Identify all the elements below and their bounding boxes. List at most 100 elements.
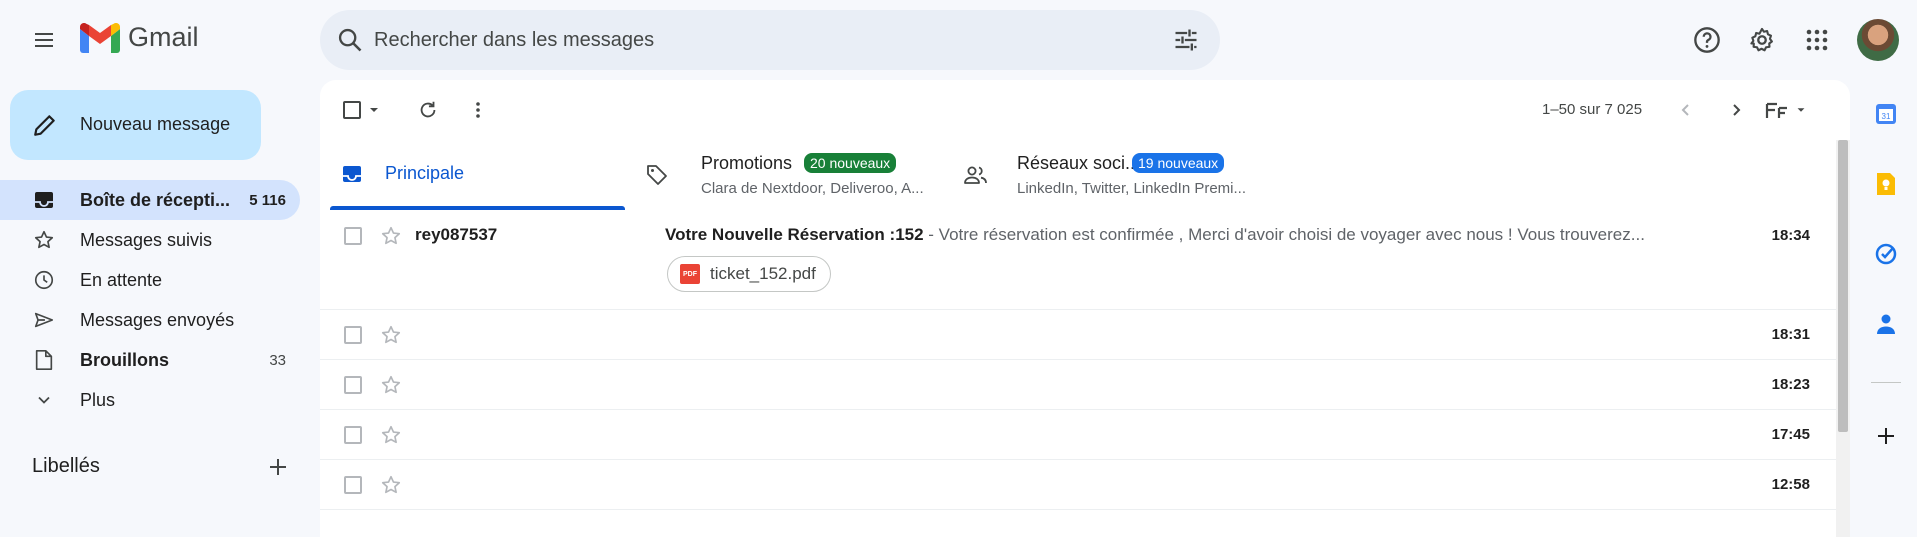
keyboard-language-icon xyxy=(1765,102,1787,118)
email-time: 18:31 xyxy=(1771,326,1810,343)
gmail-m-icon xyxy=(80,22,120,53)
sidebar-item-more[interactable]: Plus xyxy=(0,380,300,420)
chevron-right-icon xyxy=(1733,104,1741,116)
tab-senders: LinkedIn, Twitter, LinkedIn Premi... xyxy=(1017,180,1247,197)
draft-count: 33 xyxy=(269,351,286,369)
google-apps-button[interactable] xyxy=(1797,20,1837,60)
older-button[interactable] xyxy=(1722,96,1750,124)
avatar[interactable] xyxy=(1857,19,1899,61)
select-all-checkbox[interactable] xyxy=(343,101,361,119)
sidebar-item-label: Plus xyxy=(80,389,116,410)
sidebar-item-sent[interactable]: Messages envoyés xyxy=(0,300,300,340)
row-checkbox[interactable] xyxy=(344,227,362,245)
row-checkbox[interactable] xyxy=(344,476,362,494)
email-row[interactable]: rey087537 Votre Nouvelle Réservation :15… xyxy=(320,210,1836,310)
main-menu-button[interactable] xyxy=(24,20,64,60)
scrollbar[interactable] xyxy=(1836,140,1850,537)
tasks-app-button[interactable] xyxy=(1872,240,1900,268)
star-icon[interactable] xyxy=(380,424,402,446)
search-icon[interactable] xyxy=(336,26,364,54)
tab-social[interactable]: Réseaux soci... 19 nouveaux LinkedIn, Tw… xyxy=(941,140,1257,210)
attachment-chip[interactable]: PDF ticket_152.pdf xyxy=(667,256,831,292)
compose-button[interactable]: Nouveau message xyxy=(10,90,261,160)
row-checkbox[interactable] xyxy=(344,426,362,444)
tab-promotions[interactable]: Promotions 20 nouveaux Clara de Nextdoor… xyxy=(625,140,941,210)
pencil-icon xyxy=(34,115,55,136)
contacts-icon xyxy=(1877,314,1895,334)
tab-title: Principale xyxy=(385,163,465,183)
sidebar-nav: Boîte de récepti... 5 116 Messages suivi… xyxy=(0,180,300,420)
inbox-icon xyxy=(343,166,361,182)
email-row[interactable]: 12:58 xyxy=(320,460,1836,510)
calendar-icon: 31 xyxy=(1876,104,1896,124)
email-row[interactable]: 17:45 xyxy=(320,410,1836,460)
caret-down-icon xyxy=(1797,108,1805,112)
star-icon[interactable] xyxy=(380,474,402,496)
more-vert-icon xyxy=(476,102,480,118)
email-row[interactable]: 18:23 xyxy=(320,360,1836,410)
labels-heading: Libellés xyxy=(32,455,100,477)
sidebar-item-drafts[interactable]: Brouillons 33 xyxy=(0,340,300,380)
star-icon[interactable] xyxy=(380,374,402,396)
sidebar-item-label: Messages suivis xyxy=(80,229,213,250)
keep-app-button[interactable] xyxy=(1872,170,1900,198)
scrollbar-thumb[interactable] xyxy=(1838,140,1848,432)
sidebar-item-label: Brouillons xyxy=(80,349,169,370)
row-checkbox[interactable] xyxy=(344,376,362,394)
get-addons-button[interactable] xyxy=(1872,422,1900,450)
tab-title: Promotions xyxy=(701,153,793,173)
draft-icon xyxy=(32,350,56,370)
contacts-app-button[interactable] xyxy=(1872,310,1900,338)
input-tools-button[interactable] xyxy=(1764,96,1808,124)
select-all-dropdown[interactable] xyxy=(340,96,384,124)
gmail-logo[interactable]: Gmail xyxy=(80,22,199,53)
email-snippet: - Votre réservation est confirmée , Merc… xyxy=(923,225,1645,244)
compose-label: Nouveau message xyxy=(80,114,231,134)
tab-senders: Clara de Nextdoor, Deliveroo, A... xyxy=(701,180,924,197)
refresh-button[interactable] xyxy=(414,96,442,124)
sidebar-item-inbox[interactable]: Boîte de récepti... 5 116 xyxy=(0,180,300,220)
hamburger-menu-icon xyxy=(35,33,53,47)
help-icon xyxy=(1694,27,1720,53)
sidebar-item-label: En attente xyxy=(80,269,163,290)
email-row[interactable]: 18:31 xyxy=(320,310,1836,360)
pagination-text[interactable]: 1–50 sur 7 025 xyxy=(1542,101,1642,118)
sidebar-item-snoozed[interactable]: En attente xyxy=(0,260,300,300)
add-label-icon[interactable] xyxy=(266,455,290,479)
search-options-icon[interactable] xyxy=(1172,26,1200,54)
apps-grid-icon xyxy=(1806,29,1828,51)
people-icon xyxy=(964,166,987,184)
tab-primary[interactable]: Principale xyxy=(320,140,625,210)
email-time: 17:45 xyxy=(1771,426,1810,443)
settings-button[interactable] xyxy=(1742,20,1782,60)
email-sender: rey087537 xyxy=(415,225,498,244)
more-actions-button[interactable] xyxy=(464,96,492,124)
newer-button[interactable] xyxy=(1672,96,1700,124)
email-time: 18:23 xyxy=(1771,376,1810,393)
email-subject: Votre Nouvelle Réservation :152 xyxy=(665,225,924,244)
email-time: 18:34 xyxy=(1771,227,1810,244)
email-subject-line: Votre Nouvelle Réservation :152 - Votre … xyxy=(665,225,1710,245)
send-icon xyxy=(32,310,56,330)
plus-icon xyxy=(1878,428,1894,444)
sidebar-item-label: Boîte de récepti... xyxy=(80,189,231,210)
app-name: Gmail xyxy=(128,22,199,52)
category-tabs: Principale Promotions 20 nouveaux Clara … xyxy=(320,140,1836,210)
top-bar: Gmail xyxy=(0,0,1917,80)
calendar-app-button[interactable]: 31 xyxy=(1872,100,1900,128)
support-button[interactable] xyxy=(1687,20,1727,60)
email-time: 12:58 xyxy=(1771,476,1810,493)
message-list-panel: 1–50 sur 7 025 Principale Promotions 20 … xyxy=(320,80,1850,537)
sidebar-item-starred[interactable]: Messages suivis xyxy=(0,220,300,260)
new-count-badge: 20 nouveaux xyxy=(804,153,897,173)
row-checkbox[interactable] xyxy=(344,326,362,344)
keep-icon xyxy=(1877,173,1895,195)
tasks-icon xyxy=(1875,243,1897,265)
search-bar[interactable] xyxy=(320,10,1220,70)
search-input[interactable] xyxy=(374,10,1154,70)
svg-text:31: 31 xyxy=(1882,112,1891,121)
star-icon[interactable] xyxy=(380,324,402,346)
chevron-left-icon xyxy=(1681,104,1689,116)
new-count-badge: 19 nouveaux xyxy=(1132,153,1225,173)
star-icon[interactable] xyxy=(380,225,402,247)
